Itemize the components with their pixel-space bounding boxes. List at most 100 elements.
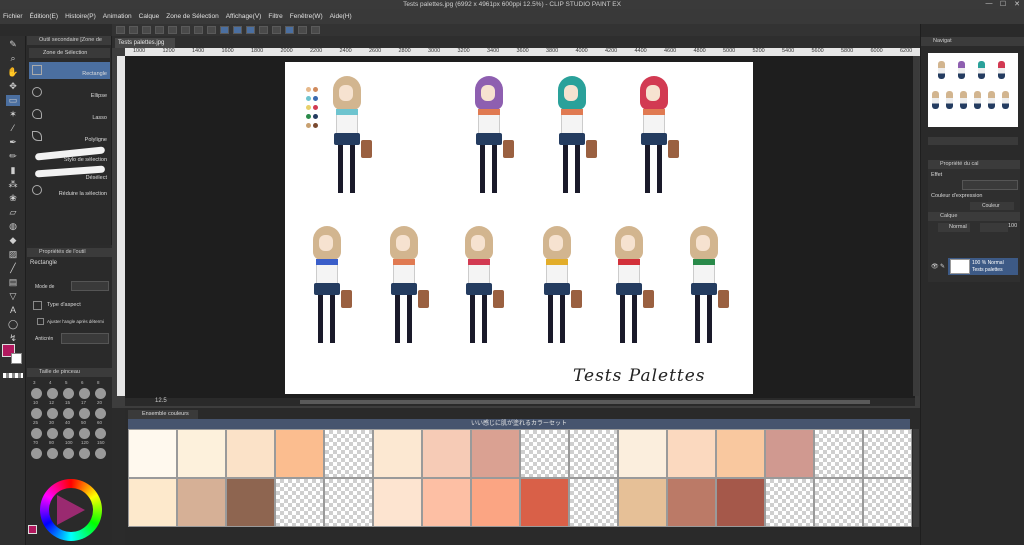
color-set-name[interactable]: いい感じに肌が塗れるカラーセット xyxy=(128,419,910,429)
color-icon[interactable] xyxy=(285,26,294,34)
subtool-lasso[interactable]: Lasso xyxy=(29,106,110,123)
empty-swatch[interactable] xyxy=(765,478,814,527)
empty-swatch[interactable] xyxy=(863,478,912,527)
color-swatch[interactable] xyxy=(716,429,765,478)
eraser-icon[interactable]: ▱ xyxy=(6,207,20,218)
deselect-icon[interactable] xyxy=(207,26,216,34)
brush-size-preset[interactable] xyxy=(31,448,42,459)
blend-mode-select[interactable]: Normal xyxy=(938,223,970,232)
vertical-scrollbar[interactable] xyxy=(913,56,919,396)
navigator-thumbnail[interactable] xyxy=(928,53,1018,127)
navigator-zoom-slider[interactable] xyxy=(928,137,1018,145)
ruler-icon[interactable] xyxy=(272,26,281,34)
empty-swatch[interactable] xyxy=(814,478,863,527)
horizontal-scrollbar[interactable]: 12.5 xyxy=(125,398,915,406)
subtool-ellipse[interactable]: Ellipse xyxy=(29,84,110,101)
menu-window[interactable]: Fenêtre(W) xyxy=(290,13,323,20)
gradient-icon[interactable]: ▨ xyxy=(6,249,20,260)
scroll-thumb[interactable] xyxy=(300,400,870,404)
correction-icon[interactable]: ↯ xyxy=(6,333,20,344)
color-swatch[interactable] xyxy=(128,429,177,478)
brush-size-preset[interactable] xyxy=(95,448,106,459)
color-swatch[interactable] xyxy=(226,429,275,478)
new-file-icon[interactable] xyxy=(116,26,125,34)
subtool-polyline[interactable]: Polyligne xyxy=(29,128,110,145)
anti-alias-slider[interactable] xyxy=(61,333,109,344)
empty-swatch[interactable] xyxy=(863,429,912,478)
empty-swatch[interactable] xyxy=(275,478,324,527)
zoom-icon[interactable]: ⌕ xyxy=(6,53,20,64)
ruler-tool-icon[interactable]: ▽ xyxy=(6,291,20,302)
pencil-icon[interactable]: ✏ xyxy=(6,151,20,162)
clear-icon[interactable] xyxy=(181,26,190,34)
redo-icon[interactable] xyxy=(168,26,177,34)
hand-icon[interactable]: ✋ xyxy=(6,67,20,78)
aspect-checkbox[interactable] xyxy=(33,301,42,310)
auto-select-icon[interactable]: ✶ xyxy=(6,109,20,120)
fill-icon[interactable]: ◆ xyxy=(6,235,20,246)
menu-edit[interactable]: Édition(E) xyxy=(30,13,59,20)
angle-checkbox[interactable] xyxy=(37,318,44,325)
color-swatch[interactable] xyxy=(716,478,765,527)
brush-icon[interactable]: ▮ xyxy=(6,165,20,176)
empty-swatch[interactable] xyxy=(324,478,373,527)
brush-size-preset[interactable] xyxy=(47,428,58,439)
color-set-tab[interactable]: Ensemble couleurs xyxy=(128,410,198,419)
empty-swatch[interactable] xyxy=(569,478,618,527)
frame-icon[interactable]: ▤ xyxy=(6,277,20,288)
brush-size-preset[interactable] xyxy=(31,388,42,399)
brush-size-preset[interactable] xyxy=(63,448,74,459)
empty-swatch[interactable] xyxy=(324,429,373,478)
menu-view[interactable]: Affichage(V) xyxy=(226,13,262,20)
empty-swatch[interactable] xyxy=(569,429,618,478)
color-swatch[interactable] xyxy=(275,429,324,478)
brush-size-preset[interactable] xyxy=(79,388,90,399)
text-icon[interactable]: A xyxy=(6,305,20,316)
color-swatch[interactable] xyxy=(226,478,275,527)
brush-size-preset[interactable] xyxy=(95,388,106,399)
airbrush-icon[interactable]: ⁂ xyxy=(6,179,20,190)
ink-pen-icon[interactable]: ✒ xyxy=(6,137,20,148)
brush-size-preset[interactable] xyxy=(63,388,74,399)
empty-swatch[interactable] xyxy=(814,429,863,478)
color-swatch[interactable] xyxy=(520,478,569,527)
transparent-color-swatch[interactable] xyxy=(3,373,23,378)
current-color-swatch[interactable] xyxy=(28,525,37,534)
undo-icon[interactable] xyxy=(155,26,164,34)
color-swatch[interactable] xyxy=(765,429,814,478)
decoration-icon[interactable]: ❀ xyxy=(6,193,20,204)
document-tab[interactable]: Tests palettes.jpg xyxy=(115,38,175,48)
opacity-value[interactable]: 100 xyxy=(1008,223,1017,229)
menu-animation[interactable]: Animation xyxy=(103,13,132,20)
pen-lock-icon[interactable]: ✎ xyxy=(940,263,945,270)
zoom-level[interactable]: 12.5 xyxy=(155,398,167,404)
snap-special-icon[interactable] xyxy=(233,26,242,34)
color-swatch[interactable] xyxy=(422,478,471,527)
save-icon[interactable] xyxy=(142,26,151,34)
pen-icon[interactable]: ✎ xyxy=(6,39,20,50)
figure-icon[interactable]: ╱ xyxy=(6,263,20,274)
subtool-selection-pen[interactable]: Stylo de sélection xyxy=(29,146,110,165)
grid-icon[interactable] xyxy=(259,26,268,34)
color-swatch[interactable] xyxy=(471,478,520,527)
minimize-icon[interactable]: — xyxy=(982,0,996,9)
brush-size-preset[interactable] xyxy=(79,408,90,419)
brush-size-preset[interactable] xyxy=(79,428,90,439)
snap-ruler-icon[interactable] xyxy=(220,26,229,34)
color-swatch[interactable] xyxy=(373,429,422,478)
empty-swatch[interactable] xyxy=(520,429,569,478)
layer-icon[interactable] xyxy=(298,26,307,34)
brush-size-preset[interactable] xyxy=(95,408,106,419)
menu-help[interactable]: Aide(H) xyxy=(330,13,352,20)
menu-selection[interactable]: Zone de Sélection xyxy=(166,13,218,20)
color-swatch[interactable] xyxy=(177,429,226,478)
color-swatch[interactable] xyxy=(128,478,177,527)
selection-mode-buttons[interactable] xyxy=(71,281,109,291)
eye-icon[interactable]: 👁 xyxy=(931,263,939,270)
transform-icon[interactable] xyxy=(194,26,203,34)
balloon-icon[interactable]: ◯ xyxy=(6,319,20,330)
color-swatch[interactable] xyxy=(618,478,667,527)
blend-icon[interactable]: ◍ xyxy=(6,221,20,232)
menu-layer[interactable]: Calque xyxy=(139,13,160,20)
settings-icon[interactable] xyxy=(311,26,320,34)
